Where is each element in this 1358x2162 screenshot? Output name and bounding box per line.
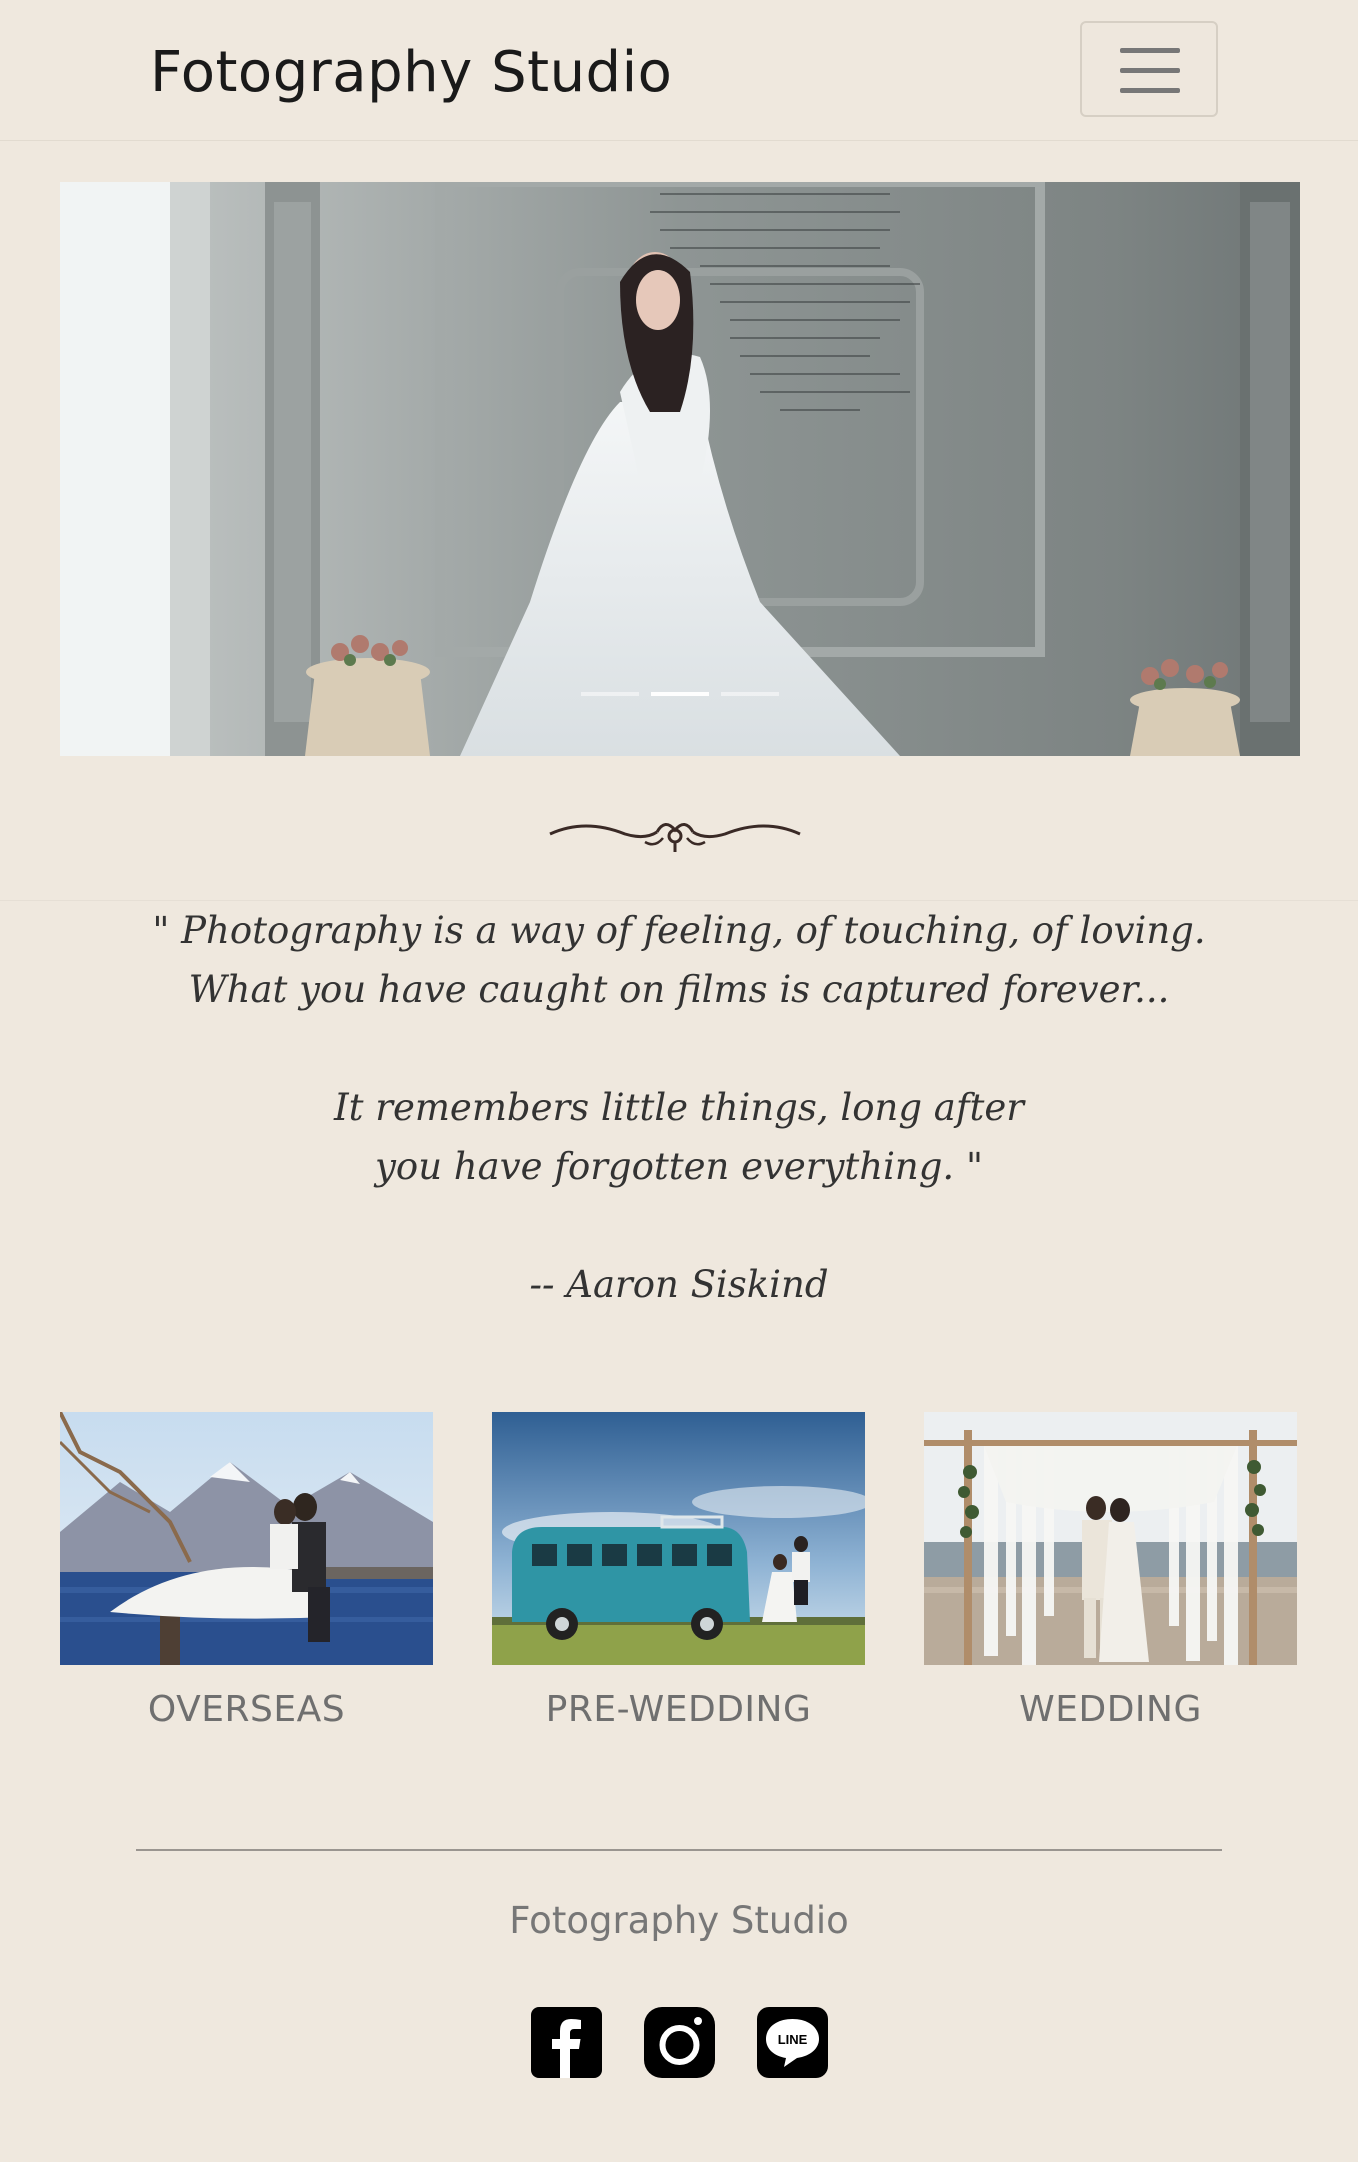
- social-links: LINE: [531, 2007, 828, 2078]
- hamburger-menu-icon-bar: [1120, 48, 1180, 53]
- quote-spacer: [0, 1019, 1358, 1078]
- quote-line: you have forgotten everything. ": [375, 1145, 983, 1188]
- quote-spacer: [0, 1196, 1358, 1255]
- carousel-indicator[interactable]: [721, 692, 779, 696]
- gallery-label: PRE-WEDDING: [545, 1689, 812, 1730]
- carousel-slide-image: [60, 182, 1300, 756]
- gallery-card-wedding[interactable]: WEDDING: [924, 1412, 1297, 1733]
- carousel-indicators: [60, 692, 1300, 696]
- pre-wedding-thumbnail-image: [492, 1412, 865, 1665]
- quote-block: " Photography is a way of feeling, of to…: [0, 900, 1358, 1314]
- wedding-thumbnail-image: [924, 1412, 1297, 1665]
- navbar: Fotography Studio: [0, 0, 1358, 141]
- instagram-icon[interactable]: [644, 2007, 715, 2078]
- overseas-thumbnail-image: [60, 1412, 433, 1665]
- hamburger-menu-icon-bar: [1120, 68, 1180, 73]
- gallery-card-pre-wedding[interactable]: PRE-WEDDING: [492, 1412, 865, 1733]
- gallery-label: OVERSEAS: [147, 1689, 346, 1730]
- facebook-icon[interactable]: [531, 2007, 602, 2078]
- gallery-label: WEDDING: [1019, 1689, 1202, 1730]
- quote-line: " Photography is a way of feeling, of to…: [152, 909, 1206, 952]
- footer-divider: [136, 1849, 1222, 1851]
- flourish-divider-icon: [549, 823, 801, 852]
- footer-brand: Fotography Studio: [509, 1899, 849, 1942]
- hero-carousel[interactable]: [60, 182, 1300, 756]
- quote-line: What you have caught on films is capture…: [188, 968, 1170, 1011]
- quote-author: -- Aaron Siskind: [529, 1263, 829, 1306]
- carousel-indicator[interactable]: [651, 692, 709, 696]
- hamburger-menu-icon-bar: [1120, 88, 1180, 93]
- gallery-card-overseas[interactable]: OVERSEAS: [60, 1412, 433, 1733]
- line-icon[interactable]: LINE: [757, 2007, 828, 2078]
- carousel-indicator[interactable]: [581, 692, 639, 696]
- menu-toggle-button[interactable]: [1080, 21, 1218, 117]
- quote-line: It remembers little things, long after: [334, 1086, 1024, 1129]
- brand-title[interactable]: Fotography Studio: [150, 38, 672, 108]
- line-icon-text: LINE: [778, 2032, 808, 2047]
